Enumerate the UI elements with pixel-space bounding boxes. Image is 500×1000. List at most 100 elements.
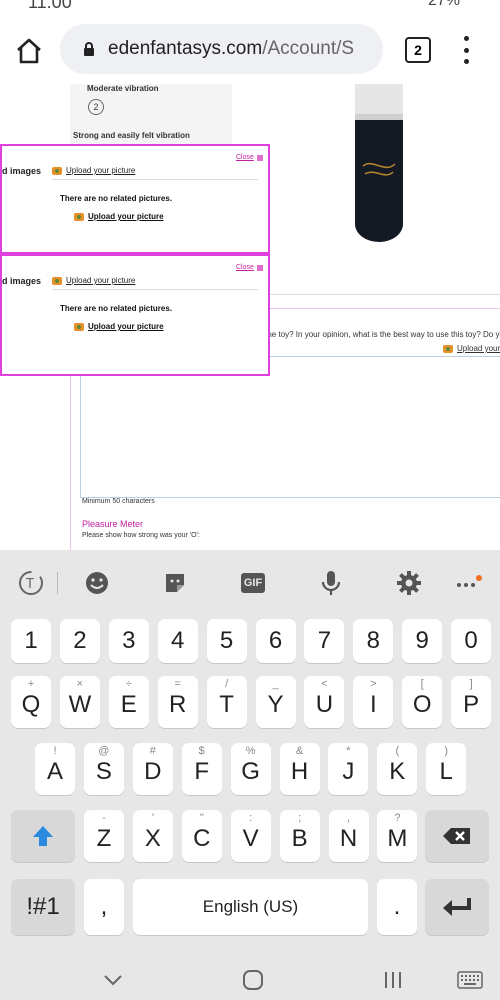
key-2[interactable]: 2	[59, 619, 100, 663]
keyboard-hide-icon[interactable]	[455, 966, 485, 994]
key-o[interactable]: [O	[402, 676, 443, 728]
camera-icon	[443, 344, 453, 353]
key-label: 2	[73, 627, 87, 654]
key-1[interactable]: 1	[11, 619, 51, 663]
pleasure-meter-title: Pleasure Meter	[82, 519, 144, 529]
key-x[interactable]: ' X	[132, 810, 173, 862]
comma-key[interactable]: ,	[84, 879, 124, 935]
mic-icon[interactable]	[316, 568, 346, 598]
enter-key[interactable]	[425, 879, 489, 935]
key-q[interactable]: + Q	[11, 676, 51, 728]
key-5[interactable]: 5	[206, 619, 247, 663]
back-chevron-icon[interactable]	[98, 966, 128, 994]
key-3[interactable]: 3	[108, 619, 149, 663]
space-bar[interactable]: English (US)	[133, 879, 368, 935]
sticker-icon[interactable]	[160, 568, 190, 598]
vibration-option[interactable]: 2	[88, 99, 104, 115]
tab-switcher-button[interactable]: 2	[405, 37, 431, 63]
key-t[interactable]: / T	[206, 676, 247, 728]
close-icon	[256, 154, 263, 161]
divider	[52, 289, 258, 290]
key-l[interactable]: ) L	[426, 743, 467, 795]
key-hint: "	[199, 812, 204, 824]
key-r[interactable]: = R	[157, 676, 198, 728]
status-battery: 27%	[427, 0, 460, 9]
key-c[interactable]: " C	[181, 810, 222, 862]
key-y[interactable]: _ Y	[255, 676, 296, 728]
key-hint: ÷	[125, 678, 132, 690]
symbols-key[interactable]: !#1	[11, 879, 75, 935]
more-icon[interactable]	[452, 568, 482, 598]
close-icon	[256, 264, 263, 271]
key-f[interactable]: $ F	[181, 743, 222, 795]
key-label: 3	[122, 627, 136, 654]
upload-link-label: Upload your	[457, 344, 500, 353]
key-hint: '	[151, 812, 154, 824]
url-domain: edenfantasys.com	[108, 38, 263, 59]
key-k[interactable]: (K	[377, 743, 418, 795]
backspace-key[interactable]	[425, 810, 489, 862]
key-p[interactable]: ] P	[451, 676, 492, 728]
upload-picture-link[interactable]: Upload your picture	[52, 276, 135, 285]
key-h[interactable]: & H	[279, 743, 320, 795]
recent-apps-icon[interactable]	[378, 966, 408, 994]
key-s[interactable]: @ S	[83, 743, 124, 795]
key-8[interactable]: 8	[353, 619, 394, 663]
close-button[interactable]: Close	[236, 264, 263, 271]
key-9[interactable]: 9	[402, 619, 443, 663]
key-4[interactable]: 4	[157, 619, 198, 663]
key-0[interactable]: 0	[451, 619, 492, 663]
key-label: B	[291, 825, 308, 852]
key-hint: ?	[394, 812, 401, 824]
key-hint: *	[346, 745, 351, 757]
period-key[interactable]: .	[377, 879, 417, 935]
upload-picture-link[interactable]: Upload your picture	[74, 212, 164, 221]
key-i[interactable]: > I	[353, 676, 394, 728]
key-7[interactable]: 7	[304, 619, 345, 663]
key-label: R	[169, 691, 187, 718]
android-nav-bar	[0, 960, 500, 1000]
divider	[52, 179, 258, 180]
key-j[interactable]: * J	[328, 743, 369, 795]
key-d[interactable]: # D	[132, 743, 173, 795]
key-e[interactable]: ÷ E	[108, 676, 149, 728]
review-textarea[interactable]	[80, 356, 500, 498]
camera-icon	[52, 276, 62, 285]
key-hint: :	[249, 812, 253, 824]
upload-picture-link[interactable]: Upload your	[443, 344, 500, 353]
upload-picture-link[interactable]: Upload your picture	[74, 322, 164, 331]
key-a[interactable]: ! A	[35, 743, 75, 795]
close-button[interactable]: Close	[236, 154, 263, 161]
key-label: 5	[219, 627, 234, 654]
key-label: K	[389, 758, 406, 785]
upload-picture-link[interactable]: Upload your picture	[52, 166, 135, 175]
shift-key[interactable]	[11, 810, 75, 862]
key-hint: /	[225, 678, 229, 690]
key-hint: [	[420, 678, 424, 690]
home-icon[interactable]	[14, 36, 44, 66]
key-6[interactable]: 6	[255, 619, 296, 663]
key-label: L	[439, 758, 453, 785]
key-b[interactable]: ; B	[279, 810, 320, 862]
menu-icon[interactable]	[458, 36, 474, 64]
key-v[interactable]: :V	[230, 810, 271, 862]
lock-icon	[84, 42, 94, 56]
key-m[interactable]: ? M	[377, 810, 418, 862]
gif-icon[interactable]: GIF	[238, 568, 268, 598]
upload-link-label: Upload your picture	[88, 212, 164, 221]
key-label: C	[193, 825, 211, 852]
key-z[interactable]: -Z	[84, 810, 124, 862]
key-g[interactable]: % G	[230, 743, 271, 795]
status-time: 11:00	[28, 0, 72, 12]
key-hint: +	[27, 678, 35, 690]
related-images-popup: d images Upload your picture Close There…	[0, 144, 270, 254]
text-tools-icon[interactable]: T	[16, 568, 46, 598]
key-n[interactable]: ,N	[328, 810, 369, 862]
home-nav-icon[interactable]	[238, 966, 268, 994]
key-w[interactable]: × W	[59, 676, 100, 728]
gif-label: GIF	[240, 573, 266, 593]
address-bar[interactable]: edenfantasys.com/Account/S	[60, 24, 383, 74]
key-u[interactable]: < U	[304, 676, 345, 728]
emoji-icon[interactable]	[82, 568, 112, 598]
settings-icon[interactable]	[394, 568, 424, 598]
